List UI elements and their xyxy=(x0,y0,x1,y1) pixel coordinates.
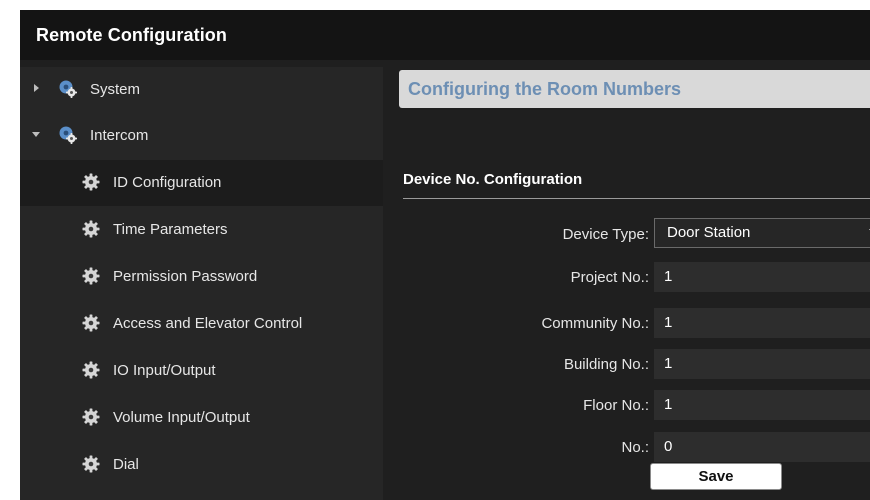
sidebar-item-time-parameters[interactable]: Time Parameters xyxy=(20,207,383,253)
floor-no-value: 1 xyxy=(664,396,673,413)
sidebar-item-label: Dial xyxy=(113,456,139,473)
sidebar-item-access-elevator-control[interactable]: Access and Elevator Control xyxy=(20,301,383,347)
no-value: 0 xyxy=(664,438,673,455)
building-no-value: 1 xyxy=(664,355,673,372)
project-no-input[interactable]: 1 xyxy=(654,262,870,292)
device-type-select[interactable]: Door Station xyxy=(654,218,870,248)
gear-icon xyxy=(81,266,101,286)
sidebar-item-label: System xyxy=(90,81,141,98)
sidebar-item-label: Time Parameters xyxy=(113,221,228,238)
divider xyxy=(403,198,870,199)
sidebar-item-id-configuration[interactable]: ID Configuration xyxy=(20,160,383,206)
building-no-input[interactable]: 1 xyxy=(654,349,870,379)
section-title: Configuring the Room Numbers xyxy=(408,79,681,99)
sidebar-item-label: Volume Input/Output xyxy=(113,409,250,426)
sidebar-item-label: Intercom xyxy=(90,127,149,144)
sidebar-item-label: IO Input/Output xyxy=(113,362,216,379)
device-type-value: Door Station xyxy=(667,224,751,241)
group-title: Device No. Configuration xyxy=(403,171,583,188)
sidebar-item-permission-password[interactable]: Permission Password xyxy=(20,254,383,300)
sidebar-tree: System Intercom ID Configuration Time Pa… xyxy=(20,67,383,500)
window-title: Remote Configuration xyxy=(36,25,227,45)
gear-icon xyxy=(81,172,101,192)
save-button[interactable]: Save xyxy=(650,463,782,490)
device-type-label: Device Type: xyxy=(562,226,649,243)
sidebar-item-label: ID Configuration xyxy=(113,174,222,191)
main-panel: Configuring the Room Numbers Device No. … xyxy=(383,60,870,500)
no-label: No.: xyxy=(621,439,649,456)
sidebar-item-label: Permission Password xyxy=(113,268,258,285)
community-no-value: 1 xyxy=(664,314,673,331)
section-header: Configuring the Room Numbers xyxy=(399,70,870,108)
gear-icon xyxy=(81,407,101,427)
sidebar-item-io-input-output[interactable]: IO Input/Output xyxy=(20,348,383,394)
sidebar-item-label: Access and Elevator Control xyxy=(113,315,303,332)
project-no-label: Project No.: xyxy=(570,269,649,286)
gear-icon xyxy=(81,313,101,333)
settings-gear-icon xyxy=(58,125,78,145)
project-no-value: 1 xyxy=(664,268,673,285)
sidebar-item-dial[interactable]: Dial xyxy=(20,442,383,488)
sidebar-item-system[interactable]: System xyxy=(20,67,383,113)
community-no-input[interactable]: 1 xyxy=(654,308,870,338)
remote-configuration-window: Remote Configuration System Intercom ID … xyxy=(20,10,870,500)
gear-icon xyxy=(81,219,101,239)
collapse-arrow-icon[interactable] xyxy=(32,132,40,137)
no-input[interactable]: 0 xyxy=(654,432,870,462)
settings-gear-icon xyxy=(58,79,78,99)
floor-no-label: Floor No.: xyxy=(583,397,649,414)
community-no-label: Community No.: xyxy=(541,315,649,332)
floor-no-input[interactable]: 1 xyxy=(654,390,870,420)
gear-icon xyxy=(81,454,101,474)
building-no-label: Building No.: xyxy=(563,356,649,373)
sidebar-item-intercom[interactable]: Intercom xyxy=(20,113,383,159)
sidebar-item-volume-input-output[interactable]: Volume Input/Output xyxy=(20,395,383,441)
gear-icon xyxy=(81,360,101,380)
expand-arrow-icon[interactable] xyxy=(34,84,39,92)
window-titlebar: Remote Configuration xyxy=(20,10,870,60)
